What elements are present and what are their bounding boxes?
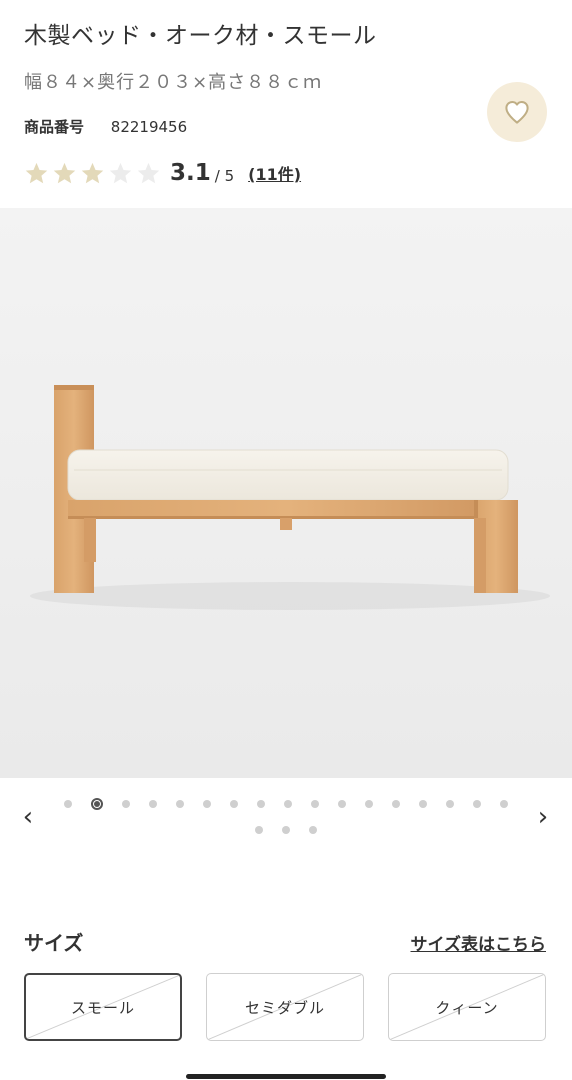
size-option-semi-double[interactable]: セミダブル: [206, 973, 364, 1041]
gallery-pagination-row2: [70, 826, 502, 836]
pagination-dot[interactable]: [419, 800, 427, 808]
product-code-row: 商品番号 82219456: [24, 116, 187, 137]
rating-score: 3.1: [170, 160, 211, 186]
pagination-dot[interactable]: [230, 800, 238, 808]
pagination-dot[interactable]: [176, 800, 184, 808]
rating-row: 3.1 / 5 (11件): [24, 155, 301, 191]
star-icon: [53, 162, 76, 183]
chevron-left-icon: ‹: [22, 802, 34, 832]
pagination-dot[interactable]: [311, 800, 319, 808]
size-option-label: スモール: [70, 998, 135, 1017]
gallery-next-button[interactable]: ›: [531, 800, 555, 834]
gallery-prev-button[interactable]: ‹: [16, 800, 40, 834]
size-guide-link[interactable]: サイズ表はこちら: [411, 930, 547, 955]
pagination-dot[interactable]: [257, 800, 265, 808]
star-icon: [81, 162, 104, 183]
pagination-dot[interactable]: [149, 800, 157, 808]
heart-icon: [505, 101, 529, 124]
product-title: 木製ベッド・オーク材・スモール: [24, 23, 377, 49]
size-option-queen[interactable]: クィーン: [388, 973, 546, 1041]
chevron-right-icon: ›: [537, 802, 549, 832]
size-option-label: クィーン: [435, 998, 499, 1017]
star-icon: [25, 162, 48, 183]
pagination-dot[interactable]: [309, 826, 317, 834]
pagination-dot[interactable]: [284, 800, 292, 808]
star-icon: [137, 162, 160, 183]
product-image[interactable]: [0, 208, 572, 778]
size-option-small[interactable]: スモール: [24, 973, 182, 1041]
product-code-label: 商品番号: [24, 118, 85, 136]
pagination-dot[interactable]: [282, 826, 290, 834]
pagination-dot[interactable]: [365, 800, 373, 808]
pagination-dot[interactable]: [500, 800, 508, 808]
rating-max: / 5: [214, 167, 235, 185]
size-heading: サイズ: [24, 931, 84, 955]
pagination-dot-active[interactable]: [91, 798, 103, 810]
pagination-dot[interactable]: [64, 800, 72, 808]
product-code-value: 82219456: [110, 118, 188, 136]
home-indicator[interactable]: [186, 1074, 386, 1079]
review-count-link[interactable]: (11件): [248, 161, 301, 185]
pagination-dot[interactable]: [338, 800, 346, 808]
size-option-label: セミダブル: [244, 998, 325, 1017]
pagination-dot[interactable]: [446, 800, 454, 808]
pagination-dot[interactable]: [203, 800, 211, 808]
gallery-pagination: [64, 798, 508, 810]
pagination-dot[interactable]: [255, 826, 263, 834]
product-dimensions: 幅８４×奥行２０３×高さ８８ｃｍ: [24, 72, 323, 93]
oak-bed-photo: [0, 208, 572, 778]
star-icon: [109, 162, 132, 183]
star-rating: [24, 161, 161, 186]
favorite-button[interactable]: [487, 82, 547, 142]
pagination-dot[interactable]: [122, 800, 130, 808]
pagination-dot[interactable]: [392, 800, 400, 808]
pagination-dot[interactable]: [473, 800, 481, 808]
